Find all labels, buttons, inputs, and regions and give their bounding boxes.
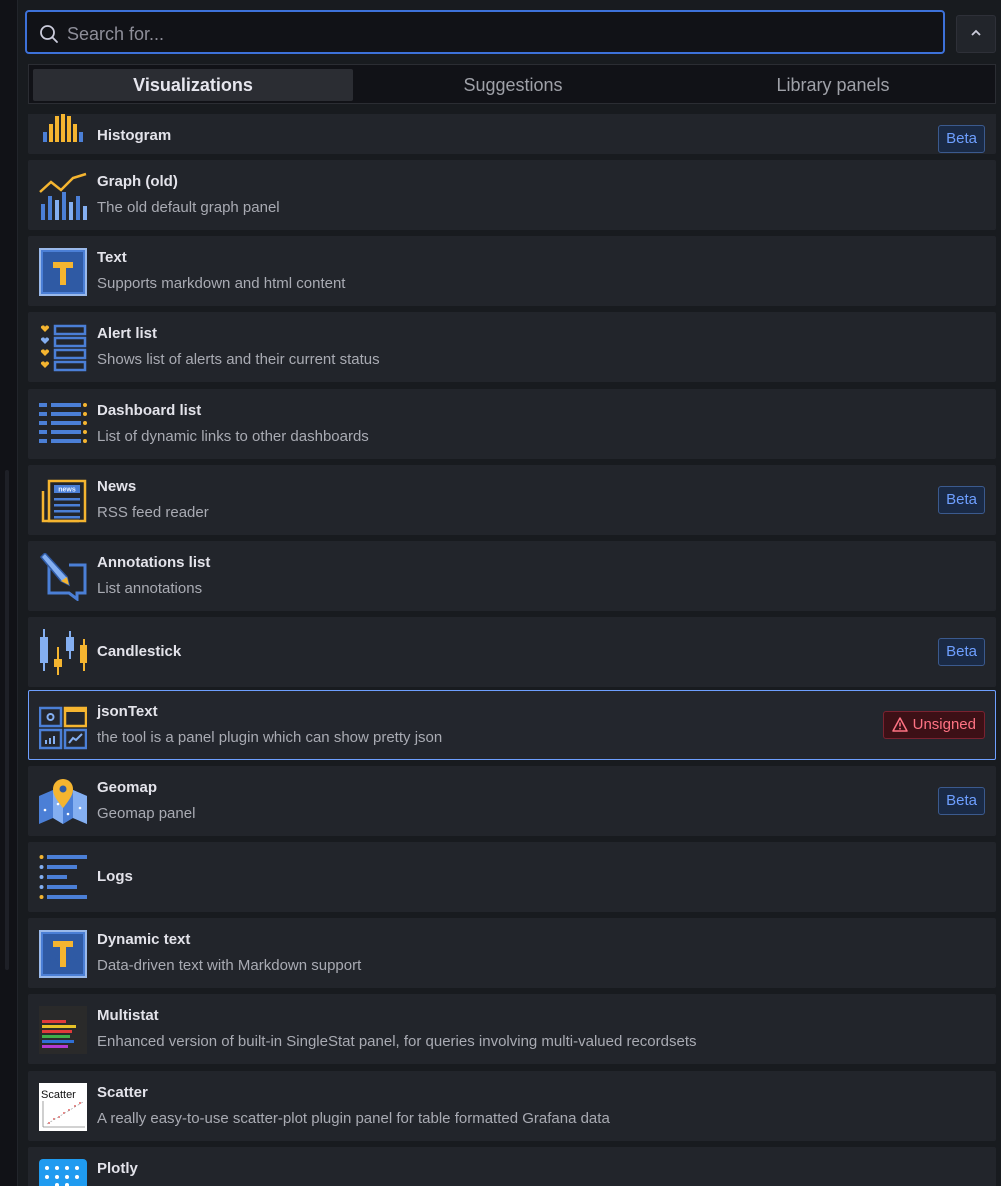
item-title: Plotly: [97, 1160, 138, 1177]
histogram-icon: [43, 114, 83, 142]
search-icon: [39, 24, 59, 44]
item-description: List annotations: [97, 580, 203, 597]
item-description: Data-driven text with Markdown support: [97, 957, 362, 974]
item-title: Scatter: [97, 1084, 148, 1101]
dashboard-list-icon: [39, 403, 87, 443]
item-description: List of dynamic links to other dashboard…: [97, 428, 369, 445]
chevron-up-icon: [971, 29, 981, 36]
visualization-item-candlestick[interactable]: Candlestick Beta: [28, 617, 996, 687]
item-title: Text: [97, 249, 127, 266]
item-description: the tool is a panel plugin which can sho…: [97, 729, 443, 746]
visualization-item-annotations-list[interactable]: Annotations list List annotations: [28, 541, 996, 611]
item-description: The old default graph panel: [97, 199, 280, 216]
search-input[interactable]: [65, 20, 929, 48]
visualization-item-graph-old[interactable]: Graph (old) The old default graph panel: [28, 160, 996, 230]
item-title: News: [97, 478, 137, 495]
visualization-item-jsontext[interactable]: jsonText the tool is a panel plugin whic…: [28, 690, 996, 760]
svg-text:Scatter: Scatter: [41, 1089, 76, 1101]
visualization-picker: Visualizations Suggestions Library panel…: [18, 0, 1001, 1186]
svg-text:news: news: [58, 487, 76, 494]
item-title: Multistat: [97, 1007, 159, 1024]
item-title: Histogram: [97, 127, 172, 144]
visualization-item-scatter[interactable]: Scatter Scatter A really easy-to-use sca…: [28, 1071, 996, 1141]
unsigned-badge-label: Unsigned: [912, 716, 976, 733]
news-icon: news: [41, 479, 87, 523]
multistat-icon: [39, 1006, 87, 1054]
item-title: jsonText: [97, 703, 158, 720]
plotly-icon: [39, 1159, 87, 1186]
tab-bar: Visualizations Suggestions Library panel…: [28, 64, 996, 104]
warning-icon: [891, 717, 908, 732]
text-icon: [39, 248, 87, 296]
logs-icon: [39, 855, 87, 899]
search-box[interactable]: [25, 10, 945, 54]
candlestick-icon: [40, 629, 87, 675]
dynamic-text-icon: {{ }}: [39, 930, 87, 978]
annotations-list-icon: [39, 553, 87, 601]
item-description: A really easy-to-use scatter-plot plugin…: [97, 1110, 610, 1127]
alert-list-icon: [40, 324, 87, 372]
item-description: Geomap panel: [97, 805, 196, 822]
visualization-item-news[interactable]: news News RSS feed reader Beta: [28, 465, 996, 535]
visualization-item-dynamic-text[interactable]: {{ }} Dynamic text Data-driven text with…: [28, 918, 996, 988]
item-description: Shows list of alerts and their current s…: [97, 351, 380, 368]
visualization-item-alert-list[interactable]: Alert list Shows list of alerts and thei…: [28, 312, 996, 382]
resize-handle[interactable]: [5, 470, 9, 970]
tab-visualizations[interactable]: Visualizations: [33, 69, 353, 101]
beta-badge: Beta: [938, 787, 985, 815]
item-title: Candlestick: [97, 643, 182, 660]
visualization-list: Histogram Beta Graph (old) The old defau…: [28, 114, 996, 1186]
unsigned-badge: Unsigned: [882, 711, 985, 739]
beta-badge: Beta: [938, 638, 985, 666]
item-title: Dashboard list: [97, 402, 202, 419]
visualization-item-multistat[interactable]: Multistat Enhanced version of built-in S…: [28, 994, 996, 1064]
scatter-icon: Scatter: [39, 1083, 87, 1131]
collapse-button[interactable]: [956, 15, 996, 53]
visualization-item-logs[interactable]: Logs: [28, 842, 996, 912]
beta-badge: Beta: [938, 486, 985, 514]
item-title: Alert list: [97, 325, 158, 342]
geomap-icon: [39, 779, 87, 824]
visualization-item-plotly[interactable]: Plotly: [28, 1147, 996, 1186]
item-description: Supports markdown and html content: [97, 275, 346, 292]
search-row: [25, 10, 997, 58]
visualization-item-text[interactable]: Text Supports markdown and html content: [28, 236, 996, 306]
item-title: Graph (old): [97, 173, 178, 190]
graph-icon: [39, 172, 87, 220]
item-title: Dynamic text: [97, 931, 191, 948]
beta-badge: Beta: [938, 125, 985, 153]
tab-library-panels[interactable]: Library panels: [673, 69, 993, 101]
visualization-item-histogram[interactable]: Histogram Beta: [28, 114, 996, 154]
tab-suggestions[interactable]: Suggestions: [353, 69, 673, 101]
item-description: Enhanced version of built-in SingleStat …: [97, 1033, 697, 1050]
item-title: Annotations list: [97, 554, 211, 571]
item-title: Logs: [97, 868, 133, 885]
visualization-item-dashboard-list[interactable]: Dashboard list List of dynamic links to …: [28, 389, 996, 459]
svg-text:{{ }}: {{ }}: [46, 953, 79, 966]
visualization-item-geomap[interactable]: Geomap Geomap panel Beta: [28, 766, 996, 836]
item-description: RSS feed reader: [97, 504, 209, 521]
json-text-icon: [39, 706, 87, 750]
left-rail: [0, 0, 18, 1186]
item-title: Geomap: [97, 779, 158, 796]
